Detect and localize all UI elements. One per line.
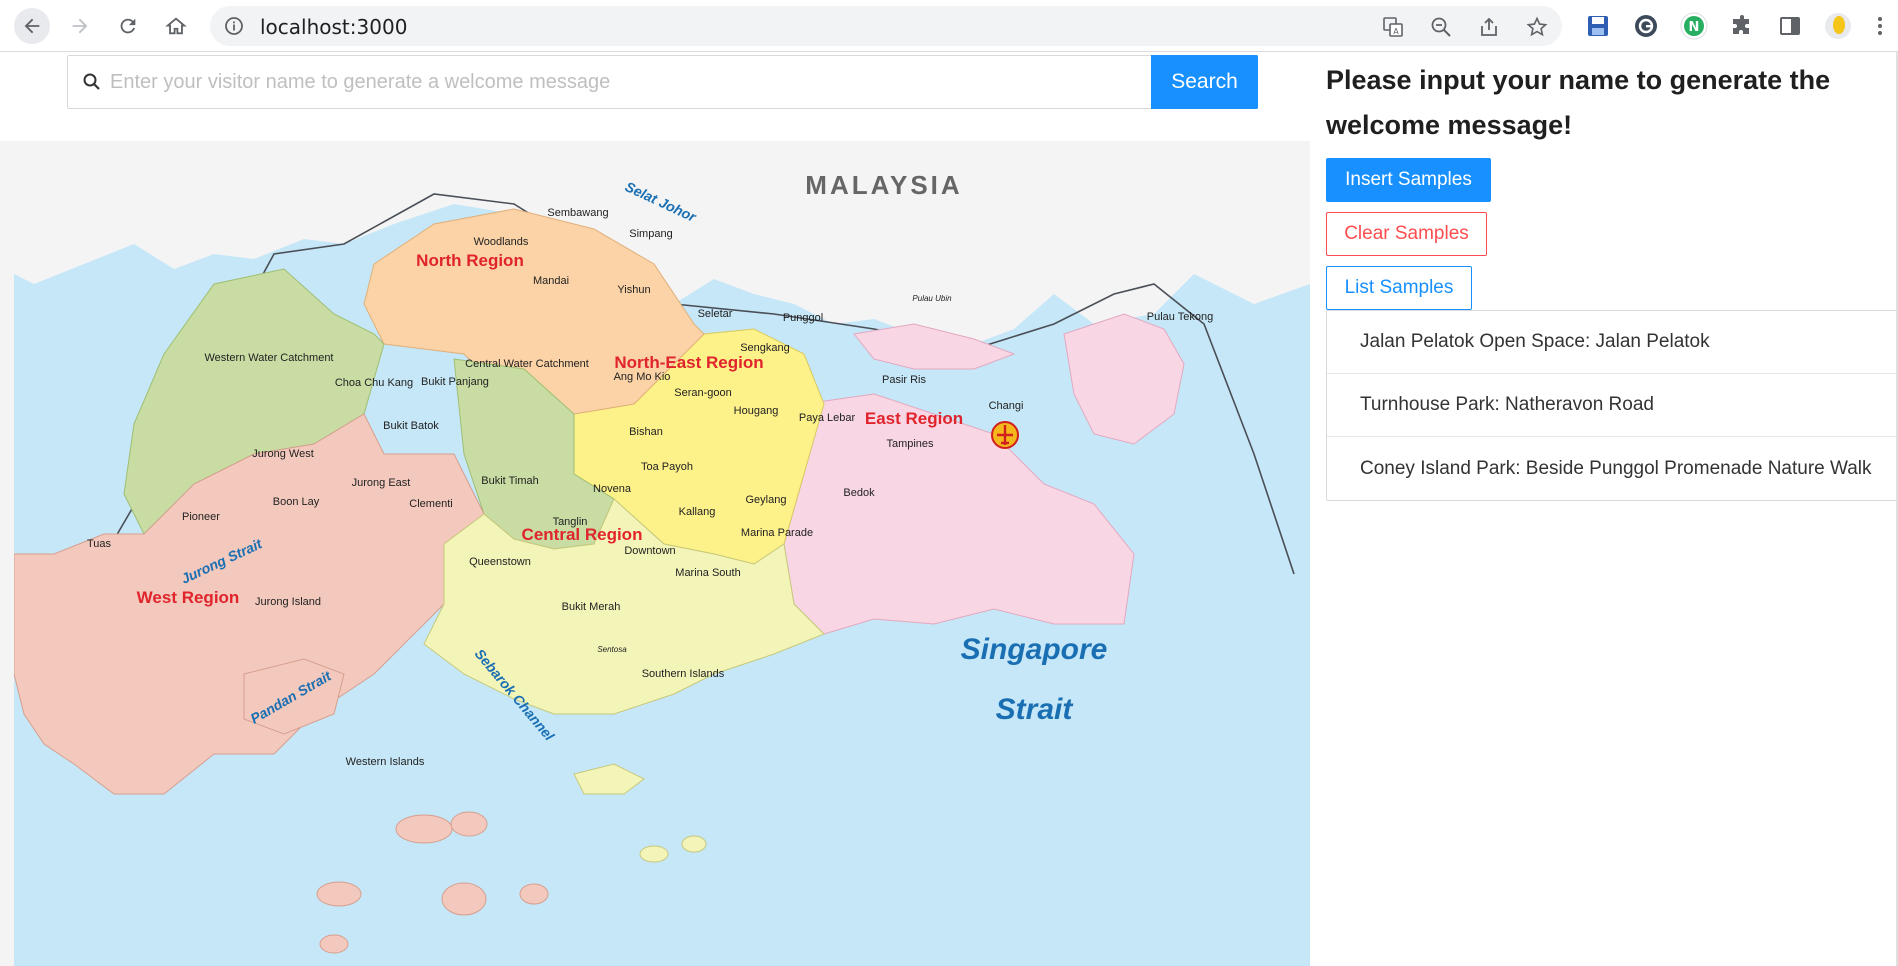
label-queenstown: Queenstown xyxy=(469,556,531,568)
forward-arrow-icon xyxy=(72,18,88,34)
label-sengkang: Sengkang xyxy=(740,342,790,354)
label-tanglin: Tanglin xyxy=(553,516,588,528)
forward-button[interactable] xyxy=(62,8,98,44)
search-button[interactable]: Search xyxy=(1151,55,1258,109)
label-kallang: Kallang xyxy=(679,506,716,518)
visitor-name-input[interactable] xyxy=(110,56,1210,108)
insert-samples-button[interactable]: Insert Samples xyxy=(1326,158,1491,202)
label-downtown: Downtown xyxy=(624,545,675,557)
share-icon[interactable] xyxy=(1478,16,1500,38)
label-east-region: East Region xyxy=(865,409,963,428)
label-pulau-tekong: Pulau Tekong xyxy=(1147,311,1213,323)
label-singapore-strait-1: Singapore xyxy=(961,633,1108,666)
info-icon[interactable] xyxy=(224,16,244,36)
label-toa-payoh: Toa Payoh xyxy=(641,461,693,473)
back-arrow-icon xyxy=(24,18,40,34)
label-western-islands: Western Islands xyxy=(346,756,425,768)
label-pulau-ubin: Pulau Ubin xyxy=(912,294,952,303)
label-ang-mo-kio: Ang Mo Kio xyxy=(614,371,671,383)
label-serangoon: Seran-goon xyxy=(674,387,732,399)
label-pioneer: Pioneer xyxy=(182,511,220,523)
label-jurong-island: Jurong Island xyxy=(255,596,321,608)
search-icon xyxy=(83,73,100,90)
label-western-water-catchment: Western Water Catchment xyxy=(205,352,334,364)
label-bishan: Bishan xyxy=(629,426,663,438)
label-southern-islands: Southern Islands xyxy=(642,668,725,680)
samples-list: Jalan Pelatok Open Space: Jalan Pelatok … xyxy=(1326,310,1898,501)
label-seletar: Seletar xyxy=(698,308,733,320)
list-item[interactable]: Turnhouse Park: Natheravon Road xyxy=(1327,374,1897,437)
puzzle-icon[interactable] xyxy=(1728,12,1756,40)
welcome-prompt-title: Please input your name to generate the w… xyxy=(1326,65,1831,140)
label-sentosa: Sentosa xyxy=(597,645,627,654)
reload-icon xyxy=(120,18,136,34)
label-pasir-ris: Pasir Ris xyxy=(882,374,927,386)
label-north-region: North Region xyxy=(416,251,524,270)
svg-text:N: N xyxy=(1689,20,1700,35)
label-malaysia: MALAYSIA xyxy=(805,170,962,200)
label-bukit-timah: Bukit Timah xyxy=(481,475,538,487)
label-central-water-catchment: Central Water Catchment xyxy=(465,358,589,370)
label-boon-lay: Boon Lay xyxy=(273,496,320,508)
profile-avatar-icon[interactable] xyxy=(1824,12,1852,40)
label-sembawang: Sembawang xyxy=(547,207,608,219)
svg-text:A: A xyxy=(1393,27,1399,36)
label-changi: Changi xyxy=(989,400,1024,412)
label-choa-chu-kang: Choa Chu Kang xyxy=(335,377,413,389)
label-geylang: Geylang xyxy=(746,494,787,506)
back-button[interactable] xyxy=(14,8,50,44)
list-item[interactable]: Coney Island Park: Beside Punggol Promen… xyxy=(1327,437,1897,500)
label-novena: Novena xyxy=(593,483,632,495)
label-bukit-merah: Bukit Merah xyxy=(562,601,621,613)
clear-samples-button[interactable]: Clear Samples xyxy=(1326,212,1487,256)
translate-icon[interactable]: A xyxy=(1382,16,1404,38)
address-bar[interactable]: localhost:3000 A xyxy=(210,6,1562,46)
label-marina-south: Marina South xyxy=(675,567,740,579)
extension-icon[interactable] xyxy=(1632,12,1660,40)
zoom-out-icon[interactable] xyxy=(1430,16,1452,38)
star-icon[interactable] xyxy=(1526,16,1548,38)
label-hougang: Hougang xyxy=(734,405,779,417)
label-tuas: Tuas xyxy=(87,538,112,550)
label-jurong-east: Jurong East xyxy=(352,477,411,489)
side-panel-icon[interactable] xyxy=(1776,12,1804,40)
label-marina-parade: Marina Parade xyxy=(741,527,813,539)
singapore-map: MALAYSIA Singapore Strait North Region N… xyxy=(14,154,1310,966)
home-button[interactable] xyxy=(158,8,194,44)
label-paya-lebar: Paya Lebar xyxy=(799,412,856,424)
label-simpang: Simpang xyxy=(629,228,672,240)
label-west-region: West Region xyxy=(137,588,240,607)
label-bukit-batok: Bukit Batok xyxy=(383,420,439,432)
label-yishun: Yishun xyxy=(617,284,650,296)
reload-button[interactable] xyxy=(110,8,146,44)
label-bukit-panjang: Bukit Panjang xyxy=(421,376,489,388)
menu-icon[interactable] xyxy=(1870,12,1890,40)
label-jurong-west: Jurong West xyxy=(252,448,314,460)
browser-toolbar: localhost:3000 A N xyxy=(0,0,1898,52)
label-singapore-strait-2: Strait xyxy=(996,693,1075,726)
home-icon xyxy=(165,17,187,35)
label-bedok: Bedok xyxy=(843,487,875,499)
label-punggol: Punggol xyxy=(783,312,823,324)
extension-icon[interactable]: N xyxy=(1680,12,1708,40)
list-samples-button[interactable]: List Samples xyxy=(1326,266,1472,310)
label-mandai: Mandai xyxy=(533,275,569,287)
list-item[interactable]: Jalan Pelatok Open Space: Jalan Pelatok xyxy=(1327,311,1897,374)
url-text[interactable]: localhost:3000 xyxy=(260,15,407,39)
label-north-east-region: North-East Region xyxy=(614,353,763,372)
save-icon[interactable] xyxy=(1584,12,1612,40)
label-tampines: Tampines xyxy=(886,438,934,450)
label-woodlands: Woodlands xyxy=(474,236,529,248)
label-clementi: Clementi xyxy=(409,498,452,510)
search-box[interactable] xyxy=(67,55,1258,109)
